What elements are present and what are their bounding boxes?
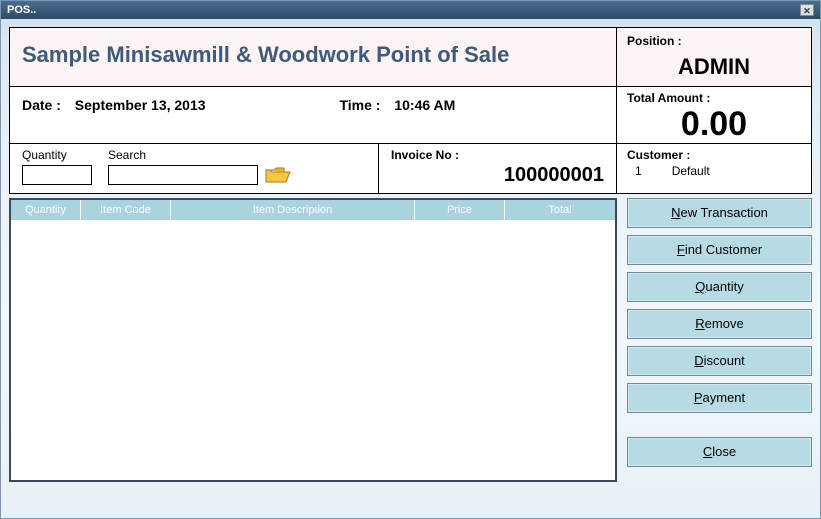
position-value: ADMIN <box>627 54 801 80</box>
titlebar[interactable]: POS.. ✕ <box>1 1 820 19</box>
date-label: Date : <box>22 97 61 113</box>
app-title-panel: Sample Minisawmill & Woodwork Point of S… <box>9 27 617 87</box>
time-value: 10:46 AM <box>394 97 455 113</box>
close-icon[interactable]: ✕ <box>800 4 814 16</box>
discount-button[interactable]: Discount <box>627 346 812 376</box>
time-label: Time : <box>339 97 380 113</box>
invoice-label: Invoice No : <box>391 148 604 162</box>
payment-button[interactable]: Payment <box>627 383 812 413</box>
close-button[interactable]: Close <box>627 437 812 467</box>
total-label: Total Amount : <box>627 91 801 105</box>
invoice-panel: Invoice No : 100000001 <box>379 144 617 194</box>
grid-header: Quantity Item Code Item Description Pric… <box>11 200 615 220</box>
search-label: Search <box>108 148 292 162</box>
quantity-input[interactable] <box>22 165 92 185</box>
total-amount: 0.00 <box>627 107 801 141</box>
position-label: Position : <box>627 34 801 48</box>
folder-open-icon[interactable] <box>264 165 292 185</box>
remove-button[interactable]: Remove <box>627 309 812 339</box>
datetime-panel: Date : September 13, 2013 Time : 10:46 A… <box>9 87 617 144</box>
date-value: September 13, 2013 <box>75 97 206 113</box>
column-item-description[interactable]: Item Description <box>171 200 415 220</box>
total-panel: Total Amount : 0.00 <box>617 87 812 144</box>
column-item-code[interactable]: Item Code <box>81 200 171 220</box>
customer-name: Default <box>672 164 710 178</box>
pos-window: POS.. ✕ Sample Minisawmill & Woodwork Po… <box>0 0 821 519</box>
column-total[interactable]: Total <box>505 200 615 220</box>
window-title: POS.. <box>7 4 36 16</box>
customer-panel: Customer : 1 Default <box>617 144 812 194</box>
search-panel: Quantity Search <box>9 144 379 194</box>
column-quantity[interactable]: Quantity <box>11 200 81 220</box>
customer-id: 1 <box>635 164 642 178</box>
column-price[interactable]: Price <box>415 200 505 220</box>
position-panel: Position : ADMIN <box>617 27 812 87</box>
find-customer-button[interactable]: Find Customer <box>627 235 812 265</box>
items-grid[interactable]: Quantity Item Code Item Description Pric… <box>9 198 617 482</box>
quantity-button[interactable]: Quantity <box>627 272 812 302</box>
search-input[interactable] <box>108 165 258 185</box>
quantity-label: Quantity <box>22 148 92 162</box>
actions-panel: New Transaction Find Customer Quantity R… <box>617 198 812 482</box>
invoice-value: 100000001 <box>391 164 604 187</box>
app-title: Sample Minisawmill & Woodwork Point of S… <box>22 42 604 68</box>
customer-label: Customer : <box>627 148 801 162</box>
new-transaction-button[interactable]: New Transaction <box>627 198 812 228</box>
